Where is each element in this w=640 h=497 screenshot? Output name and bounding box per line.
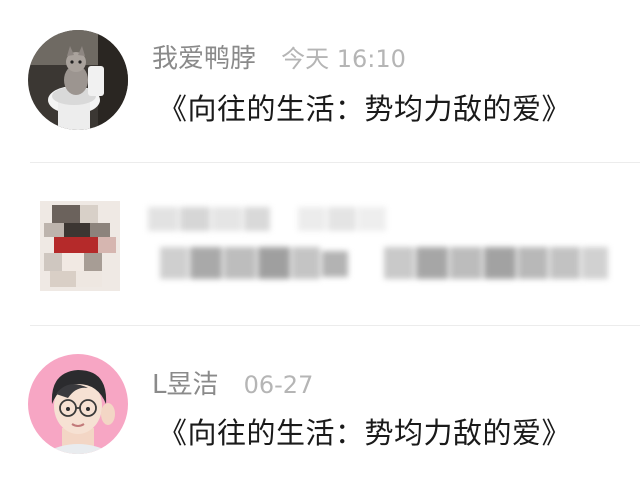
- username[interactable]: L昱洁: [152, 370, 219, 400]
- comment-meta: 我爱鸭脖 今天 16:10: [152, 38, 406, 75]
- blurred-username: [148, 205, 418, 233]
- avatar[interactable]: [28, 354, 128, 454]
- pixelated-avatar-icon: [40, 201, 120, 291]
- username[interactable]: 我爱鸭脖: [152, 44, 256, 74]
- comment-item-blurred[interactable]: [0, 163, 640, 323]
- comment-meta: L昱洁 06-27: [152, 364, 313, 401]
- avatar[interactable]: [28, 30, 128, 130]
- timestamp: 今天 16:10: [281, 45, 406, 73]
- cartoon-boy-avatar-icon: [28, 354, 128, 454]
- timestamp: 06-27: [243, 371, 314, 399]
- blurred-comment-text: [160, 243, 610, 283]
- comment-text: 《向往的生活：势均力敌的爱》: [158, 92, 572, 126]
- comment-text: 《向往的生活：势均力敌的爱》: [158, 416, 572, 450]
- cat-on-toilet-avatar-icon: [28, 30, 128, 130]
- comment-item[interactable]: L昱洁 06-27 《向往的生活：势均力敌的爱》: [0, 326, 640, 497]
- comment-item[interactable]: 我爱鸭脖 今天 16:10 《向往的生活：势均力敌的爱》: [0, 0, 640, 160]
